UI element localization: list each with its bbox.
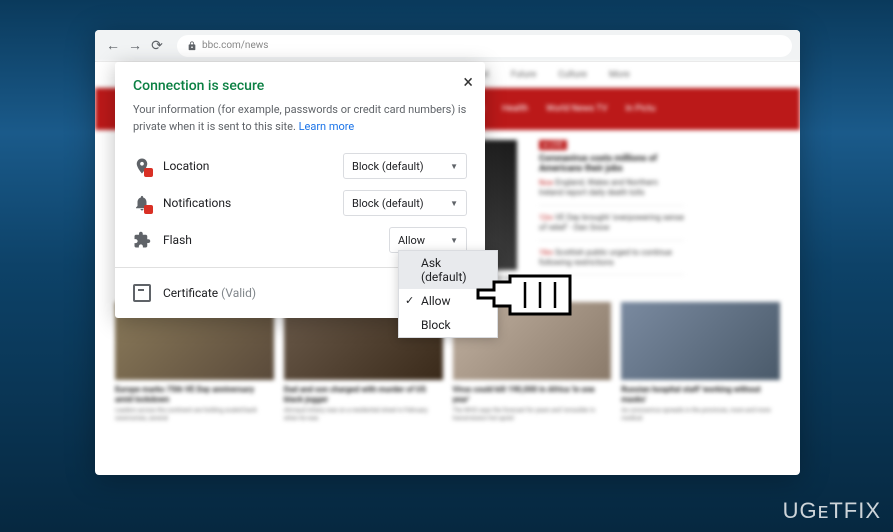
- cat-item[interactable]: World News TV: [546, 104, 607, 114]
- lock-icon: [187, 41, 197, 51]
- reload-button[interactable]: ⟳: [147, 36, 167, 56]
- pointing-hand-icon: [470, 262, 590, 332]
- article-image: [621, 302, 780, 380]
- back-button[interactable]: ←: [103, 36, 123, 56]
- nav-item[interactable]: Future: [511, 70, 536, 80]
- learn-more-link[interactable]: Learn more: [299, 120, 355, 133]
- notifications-label: Notifications: [163, 196, 343, 210]
- news-item[interactable]: 12m VE Day brought 'overpowering sense o…: [539, 213, 684, 241]
- chevron-down-icon: ▼: [450, 236, 458, 245]
- certificate-icon: [133, 284, 151, 302]
- certificate-label: Certificate (Valid): [163, 286, 256, 300]
- notifications-icon: [133, 194, 151, 212]
- nav-item[interactable]: More: [609, 70, 630, 80]
- flash-icon: [133, 231, 151, 249]
- location-select[interactable]: Block (default) ▼: [343, 153, 467, 179]
- close-button[interactable]: ×: [463, 72, 473, 93]
- popup-title: Connection is secure: [133, 78, 467, 94]
- live-headline[interactable]: Coronavirus costs millions of Americans …: [539, 154, 684, 174]
- article-card[interactable]: Europe marks 75th VE Day anniversary ami…: [115, 302, 274, 423]
- article-card[interactable]: Russian hospital staff 'working without …: [621, 302, 780, 423]
- notifications-select[interactable]: Block (default) ▼: [343, 190, 467, 216]
- flash-label: Flash: [163, 233, 389, 247]
- browser-toolbar: ← → ⟳ bbc.com/news: [95, 30, 800, 62]
- chevron-down-icon: ▼: [450, 162, 458, 171]
- location-label: Location: [163, 159, 343, 173]
- chevron-down-icon: ▼: [450, 199, 458, 208]
- cat-item[interactable]: In Pictu: [625, 104, 655, 114]
- watermark: UGᴇTFIX: [783, 498, 881, 524]
- location-icon: [133, 157, 151, 175]
- address-bar[interactable]: bbc.com/news: [177, 35, 792, 57]
- live-badge: ● LIVE: [539, 140, 567, 150]
- permission-row-location: Location Block (default) ▼: [133, 153, 467, 179]
- forward-button[interactable]: →: [125, 36, 145, 56]
- popup-description: Your information (for example, passwords…: [133, 102, 467, 135]
- nav-item[interactable]: Culture: [558, 70, 587, 80]
- url-text: bbc.com/news: [202, 40, 268, 51]
- cat-item[interactable]: Health: [502, 104, 528, 114]
- permission-row-notifications: Notifications Block (default) ▼: [133, 190, 467, 216]
- news-item[interactable]: Now England, Wales and Northern Ireland …: [539, 178, 684, 206]
